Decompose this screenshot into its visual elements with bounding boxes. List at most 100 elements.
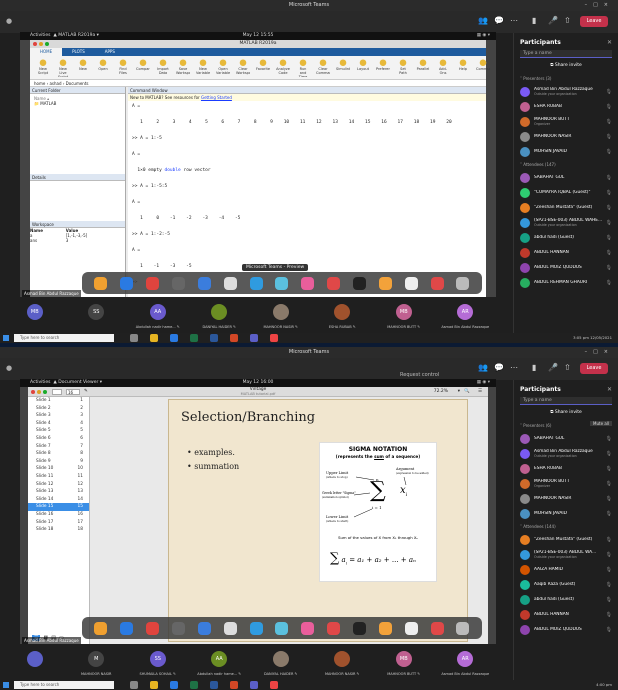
participant-row[interactable]: ABDUL REHMAN GHAURI 🎙 [514,275,618,290]
ribbon-button[interactable]: Import Data [156,58,170,77]
matlab-icon[interactable] [430,621,444,635]
participant-row[interactable]: Asmad Bin Abdul Razzaque Outside your org… [514,84,618,99]
chrome-icon[interactable] [270,334,278,342]
participant-search-input[interactable]: Type a name [520,50,612,58]
participant-tile[interactable]: AA Abdullah nadir hame... ✎ [191,648,249,676]
mail-icon[interactable] [170,334,178,342]
participant-row[interactable]: MAHNOOR BUTT Organizer 🎙 [514,476,618,491]
participant-tile[interactable]: MB MAHNOOR BUTT ✎ [375,648,433,676]
powerpoint-icon[interactable] [230,681,238,689]
attendees-section[interactable]: ˅ Attendees (147) [514,159,618,170]
path-bar[interactable]: home › ashad › Documents [30,80,486,87]
share-screen-icon[interactable]: ⇧ [564,363,571,372]
participants-icon[interactable]: 👥 [478,16,488,25]
mail-icon[interactable] [170,681,178,689]
ribbon-button[interactable]: Clear Workspace [236,58,250,77]
ribbon-button[interactable]: Open [96,58,110,77]
chat-icon[interactable]: 💬 [494,363,504,372]
ribbon-button[interactable]: Open Variable [216,58,230,77]
rhythmbox-icon[interactable] [146,276,160,290]
participant-row[interactable]: SABAHAT GUL 🎙 [514,170,618,185]
ribbon-button[interactable]: Analyze Code [276,58,290,77]
slide-list-item[interactable]: Slide 3 3 [28,412,89,420]
ribbon-button[interactable]: Parallel [416,58,430,77]
participant-row[interactable]: AAIZA HAMID 🎙 [514,562,618,577]
participant-row[interactable]: abdul hadi (Guest) 🎙 [514,230,618,245]
participant-tile[interactable]: M MAHNOOR NASIR [68,648,126,676]
apps-grid-icon[interactable] [456,621,470,635]
participant-tile[interactable]: DANIYAL HAIDER ✎ [191,301,249,329]
request-control-button[interactable]: Request control [400,372,439,378]
participants-icon[interactable]: 👥 [478,363,488,372]
settings-icon[interactable] [223,621,237,635]
folder-item[interactable]: 📁 MATLAB [34,101,121,106]
slide-list-item[interactable]: Slide 16 16 [28,511,89,519]
participant-tile[interactable]: MB [6,301,64,329]
ribbon-button[interactable]: Compare [136,58,150,77]
getting-started-link[interactable]: Getting Started [201,95,232,100]
table-row[interactable]: ans 3 [30,238,125,243]
participant-row[interactable]: abdul hadi (Guest) 🎙 [514,592,618,607]
files-icon[interactable] [94,621,108,635]
leave-button[interactable]: Leave [580,16,608,27]
slide-list-item[interactable]: Slide 17 17 [28,519,89,527]
attendees-section[interactable]: ˅ Attendees (144) [514,521,618,532]
ubuntu-icon[interactable] [378,621,392,635]
close-icon[interactable]: ✕ [607,39,612,46]
participant-row[interactable]: ABDUL HANNAN 🎙 [514,245,618,260]
zoom-icon[interactable] [275,621,289,635]
apps-grid-icon[interactable] [456,276,470,290]
participant-search-input[interactable]: Type a name [520,397,612,405]
participant-tile[interactable]: ESHA RUBAB ✎ [314,301,372,329]
matlab-icon[interactable] [430,276,444,290]
participant-row[interactable]: (SP21-BSE-003) ABDUL WA... Outside your o… [514,547,618,562]
terminal-icon[interactable] [353,621,367,635]
participant-tile[interactable]: AR Asmad Bin Abdul Razzaque [437,648,495,676]
participant-row[interactable]: Aaqib Raza (Guest) 🎙 [514,577,618,592]
taskbar-search-input[interactable]: Type here to search [14,681,114,689]
music-icon[interactable] [301,621,315,635]
participant-row[interactable]: "Zeeshan Mustafa" (Guest) 🎙 [514,200,618,215]
zoom-dropdown-icon[interactable]: ▾ [458,387,460,397]
opera-icon[interactable] [327,276,341,290]
task-view-icon[interactable] [130,681,138,689]
terminal-icon[interactable] [353,276,367,290]
opera-icon[interactable] [327,621,341,635]
slide-list-item[interactable]: Slide 2 2 [28,405,89,413]
writer-icon[interactable] [404,276,418,290]
ribbon-tab[interactable]: PLOTS [62,48,95,56]
slide-list-item[interactable]: Slide 18 18 [28,526,89,534]
software-icon[interactable] [197,276,211,290]
mic-icon[interactable]: 🎤 [548,16,558,25]
chromium-icon[interactable] [249,621,263,635]
slide-list-item[interactable]: Slide 6 6 [28,435,89,443]
ribbon-button[interactable]: Layout [356,58,370,77]
ribbon-button[interactable]: Add-Ons [436,58,450,77]
camera-icon[interactable]: ▮ [532,363,536,372]
slide-list-item[interactable]: Slide 15 15 [28,503,89,511]
minimize-dot-icon[interactable] [39,42,43,46]
ribbon-button[interactable]: New [76,58,90,77]
powerpoint-icon[interactable] [230,334,238,342]
ribbon-button[interactable]: Find Files [116,58,130,77]
participant-tile[interactable]: SS SHUMAILA SOHAIL ✎ [129,648,187,676]
libreoffice-icon[interactable] [172,621,185,635]
participant-row[interactable]: ABDUL MOIZ QUDDUS 🎙 [514,260,618,275]
participant-row[interactable]: (SP21-BSE-003) ABDUL WAHE... Outside your… [514,215,618,230]
settings-icon[interactable] [223,276,237,290]
participant-row[interactable]: Asmad Bin Abdul Razzaque Outside your org… [514,446,618,461]
leave-button[interactable]: Leave [580,363,608,374]
chromium-icon[interactable] [249,276,263,290]
slide-list-item[interactable]: Slide 1 1 [28,397,89,405]
participant-row[interactable]: ESHA RUBAB 🎙 [514,461,618,476]
participant-tile[interactable] [6,648,64,676]
slide-list-item[interactable]: Slide 5 5 [28,427,89,435]
participant-tile[interactable]: DANIYAL HAIDER ✎ [252,648,310,676]
participant-tile[interactable]: SS [68,301,126,329]
participant-tile[interactable]: AA Abdullah nadir hame... ✎ [129,301,187,329]
window-controls[interactable]: –□× [585,0,614,11]
share-invite-button[interactable]: ⧉ Share invite [514,62,618,68]
ubuntu-icon[interactable] [378,276,392,290]
slide-list-item[interactable]: Slide 9 9 [28,458,89,466]
participant-row[interactable]: ABDUL HANNAN 🎙 [514,607,618,622]
